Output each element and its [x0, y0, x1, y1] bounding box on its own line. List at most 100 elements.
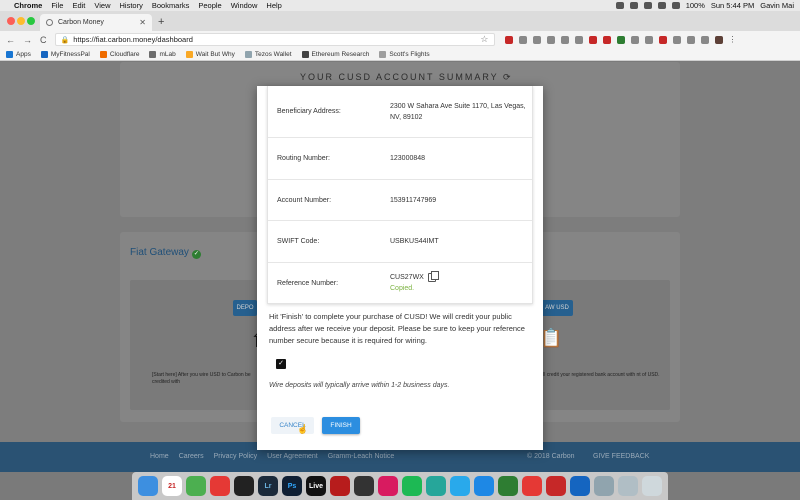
copy-icon[interactable] [427, 271, 439, 282]
account-summary-title: YOUR CUSD ACCOUNT SUMMARY ⟳ [300, 72, 513, 82]
bookmark-myfitnesspal[interactable]: MyFitnessPal [40, 50, 90, 58]
give-feedback-link[interactable]: GIVE FEEDBACK [593, 453, 649, 460]
address-bar[interactable]: 🔒 https://fiat.carbon.money/dashboard ☆ [54, 33, 495, 46]
spotify-icon[interactable] [402, 476, 422, 496]
extension-icon[interactable] [700, 35, 709, 44]
calendar-icon[interactable]: 21 [162, 476, 182, 496]
menu-help[interactable]: Help [266, 1, 281, 10]
bookmarks-bar: Apps MyFitnessPal Cloudflare mLab Wait B… [0, 48, 800, 61]
ableton-live-icon[interactable]: Live [306, 476, 326, 496]
terminal-icon[interactable] [234, 476, 254, 496]
mongodb-icon[interactable] [498, 476, 518, 496]
close-icon[interactable]: ✕ [139, 18, 146, 27]
extension-icon[interactable] [644, 35, 653, 44]
footer-link-privacy[interactable]: Privacy Policy [214, 453, 258, 460]
menu-history[interactable]: History [120, 1, 143, 10]
new-tab-button[interactable]: + [158, 16, 164, 28]
waitbutwhy-icon [185, 50, 193, 58]
extension-icon[interactable] [686, 35, 695, 44]
deposit-button[interactable]: DEPO [233, 300, 257, 316]
maximize-window-button[interactable] [27, 17, 35, 25]
extension-icon[interactable] [630, 35, 639, 44]
vscode-icon[interactable] [474, 476, 494, 496]
menu-edit[interactable]: Edit [72, 1, 85, 10]
safari-icon[interactable] [522, 476, 542, 496]
back-icon[interactable]: ← [6, 35, 15, 45]
footer-link-gramm-leach[interactable]: Gramm-Leach Notice [328, 453, 395, 460]
status-icon[interactable] [643, 2, 652, 9]
menu-people[interactable]: People [198, 1, 221, 10]
battery-percent[interactable]: 100% [686, 1, 705, 10]
bookmark-ethereum-research[interactable]: Ethereum Research [301, 50, 369, 58]
bookmark-wait-but-why[interactable]: Wait But Why [185, 50, 235, 58]
table-row: Routing Number: 123000848 [268, 137, 532, 179]
menu-kebab-icon[interactable]: ⋮ [729, 35, 737, 44]
extension-icon[interactable] [574, 35, 583, 44]
bookmark-tezos-wallet[interactable]: Tezos Wallet [244, 50, 292, 58]
menu-bookmarks[interactable]: Bookmarks [152, 1, 190, 10]
bookmark-cloudflare[interactable]: Cloudflare [99, 50, 139, 58]
keyboard-app-icon[interactable] [378, 476, 398, 496]
menu-app[interactable]: Chrome [14, 1, 42, 10]
refresh-icon[interactable]: ⟳ [503, 72, 513, 82]
chrome-icon[interactable] [210, 476, 230, 496]
jx-icon[interactable] [354, 476, 374, 496]
footer-link-user-agreement[interactable]: User Agreement [267, 453, 318, 460]
verified-check-icon: ✓ [191, 250, 201, 259]
footer-link-home[interactable]: Home [150, 453, 169, 460]
table-row: SWIFT Code: USBKUS44IMT [268, 220, 532, 262]
quicktime-icon[interactable] [570, 476, 590, 496]
tab-strip: Carbon Money ✕ + [0, 11, 800, 31]
downloads-icon[interactable] [618, 476, 638, 496]
status-icon[interactable] [615, 2, 624, 9]
extension-icon[interactable] [602, 35, 611, 44]
finish-button[interactable]: FINISH [322, 417, 360, 434]
extension-icon[interactable] [532, 35, 541, 44]
menu-file[interactable]: File [51, 1, 63, 10]
maps-icon[interactable] [426, 476, 446, 496]
photoshop-icon[interactable]: Ps [282, 476, 302, 496]
bookmark-mlab[interactable]: mLab [149, 50, 176, 58]
extension-icon[interactable] [518, 35, 527, 44]
minimize-window-button[interactable] [17, 17, 25, 25]
cloudflare-icon [99, 50, 107, 58]
close-window-button[interactable] [7, 17, 15, 25]
row-label: SWIFT Code: [277, 238, 320, 245]
reload-icon[interactable]: C [40, 35, 47, 45]
forward-icon[interactable]: → [23, 35, 32, 45]
folder-icon[interactable] [594, 476, 614, 496]
telegram-icon[interactable] [450, 476, 470, 496]
messages-icon[interactable] [186, 476, 206, 496]
extension-icon[interactable] [546, 35, 555, 44]
footer-link-careers[interactable]: Careers [179, 453, 204, 460]
finish-instructions: Hit 'Finish' to complete your purchase o… [269, 312, 525, 345]
wifi-icon[interactable] [671, 2, 680, 9]
extension-icon[interactable] [658, 35, 667, 44]
bookmark-star-icon[interactable]: ☆ [480, 34, 488, 45]
extension-icon[interactable] [504, 35, 513, 44]
menu-window[interactable]: Window [231, 1, 258, 10]
browser-tab[interactable]: Carbon Money ✕ [40, 14, 152, 31]
acrobat-icon[interactable] [330, 476, 350, 496]
status-icon[interactable] [657, 2, 666, 9]
bookmark-apps[interactable]: Apps [6, 50, 31, 58]
status-icon[interactable] [629, 2, 638, 9]
profile-avatar-icon[interactable] [714, 35, 723, 44]
bookmark-scotts-flights[interactable]: Scott's Flights [379, 50, 430, 58]
extension-icon[interactable] [672, 35, 681, 44]
user-name[interactable]: Gavin Mai [760, 1, 794, 10]
confirm-checkbox[interactable]: ✓ [276, 359, 286, 369]
footer-links: Home Careers Privacy Policy User Agreeme… [150, 453, 394, 460]
pdf-viewer-icon[interactable] [546, 476, 566, 496]
clock[interactable]: Sun 5:44 PM [711, 1, 754, 10]
globe-icon [379, 50, 387, 58]
extension-icon[interactable] [588, 35, 597, 44]
row-label: Beneficiary Address: [277, 108, 341, 115]
trash-icon[interactable] [642, 476, 662, 496]
extension-icon[interactable] [560, 35, 569, 44]
withdraw-button[interactable]: AW USD [541, 300, 573, 316]
finder-icon[interactable] [138, 476, 158, 496]
menu-view[interactable]: View [94, 1, 110, 10]
extension-icon[interactable] [616, 35, 625, 44]
lightroom-icon[interactable]: Lr [258, 476, 278, 496]
